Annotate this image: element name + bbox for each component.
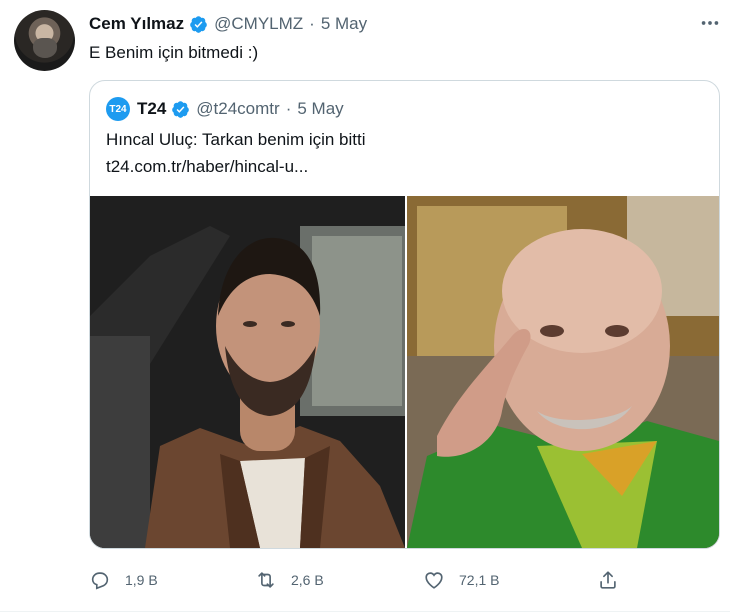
quoted-avatar[interactable]: T24 [106,97,130,121]
quoted-tweet[interactable]: T24 T24 @t24comtr · 5 May Hıncal Uluç: T… [89,80,720,549]
retweet-button[interactable]: 2,6 B [255,563,324,597]
retweet-icon [258,572,274,588]
quoted-tweet-date: 5 May [297,99,344,118]
reply-button[interactable]: 1,9 B [89,563,158,597]
header-separator: · [309,14,315,33]
more-options-icon [701,21,719,25]
tweet[interactable]: Cem Yılmaz @CMYLMZ · 5 May E Benim için … [0,0,730,612]
author-handle[interactable]: @CMYLMZ [214,14,303,34]
photo-elderly-man[interactable] [407,196,719,548]
avatar-beard [33,38,57,58]
tweet-actions: 1,9 B 2,6 B 72,1 B [89,563,729,597]
tweet-text: E Benim için bitmedi :) [89,43,259,62]
share-icon [600,571,616,589]
author-name[interactable]: Cem Yılmaz [89,14,184,34]
like-icon [425,572,443,589]
reply-icon [91,572,109,590]
quoted-header-separator: · [285,99,292,118]
quoted-tweet-text: Hıncal Uluç: Tarkan benim için bitti [106,130,366,149]
photo-elderly-man-illustration [407,196,719,548]
like-button[interactable]: 72,1 B [423,563,499,597]
retweet-count: 2,6 B [291,572,324,588]
quoted-media[interactable] [90,196,719,548]
quoted-author-name: T24 [137,99,167,118]
avatar[interactable] [14,10,75,71]
photo-man-in-car[interactable] [90,196,405,548]
tweet-date[interactable]: 5 May [321,14,367,34]
quoted-header: T24 T24 @t24comtr · 5 May [106,97,344,121]
more-options-button[interactable] [695,10,725,36]
verified-badge-icon [190,15,207,33]
reply-count: 1,9 B [125,572,158,588]
quoted-tweet-link[interactable]: t24.com.tr/haber/hincal-u... [106,157,308,177]
tweet-header: Cem Yılmaz @CMYLMZ · 5 May [89,12,367,36]
share-button[interactable] [597,563,633,597]
quoted-author-handle: @t24comtr [196,99,280,118]
like-count: 72,1 B [459,572,500,588]
photo-man-in-car-illustration [90,196,405,548]
quoted-verified-badge-icon [172,100,190,118]
